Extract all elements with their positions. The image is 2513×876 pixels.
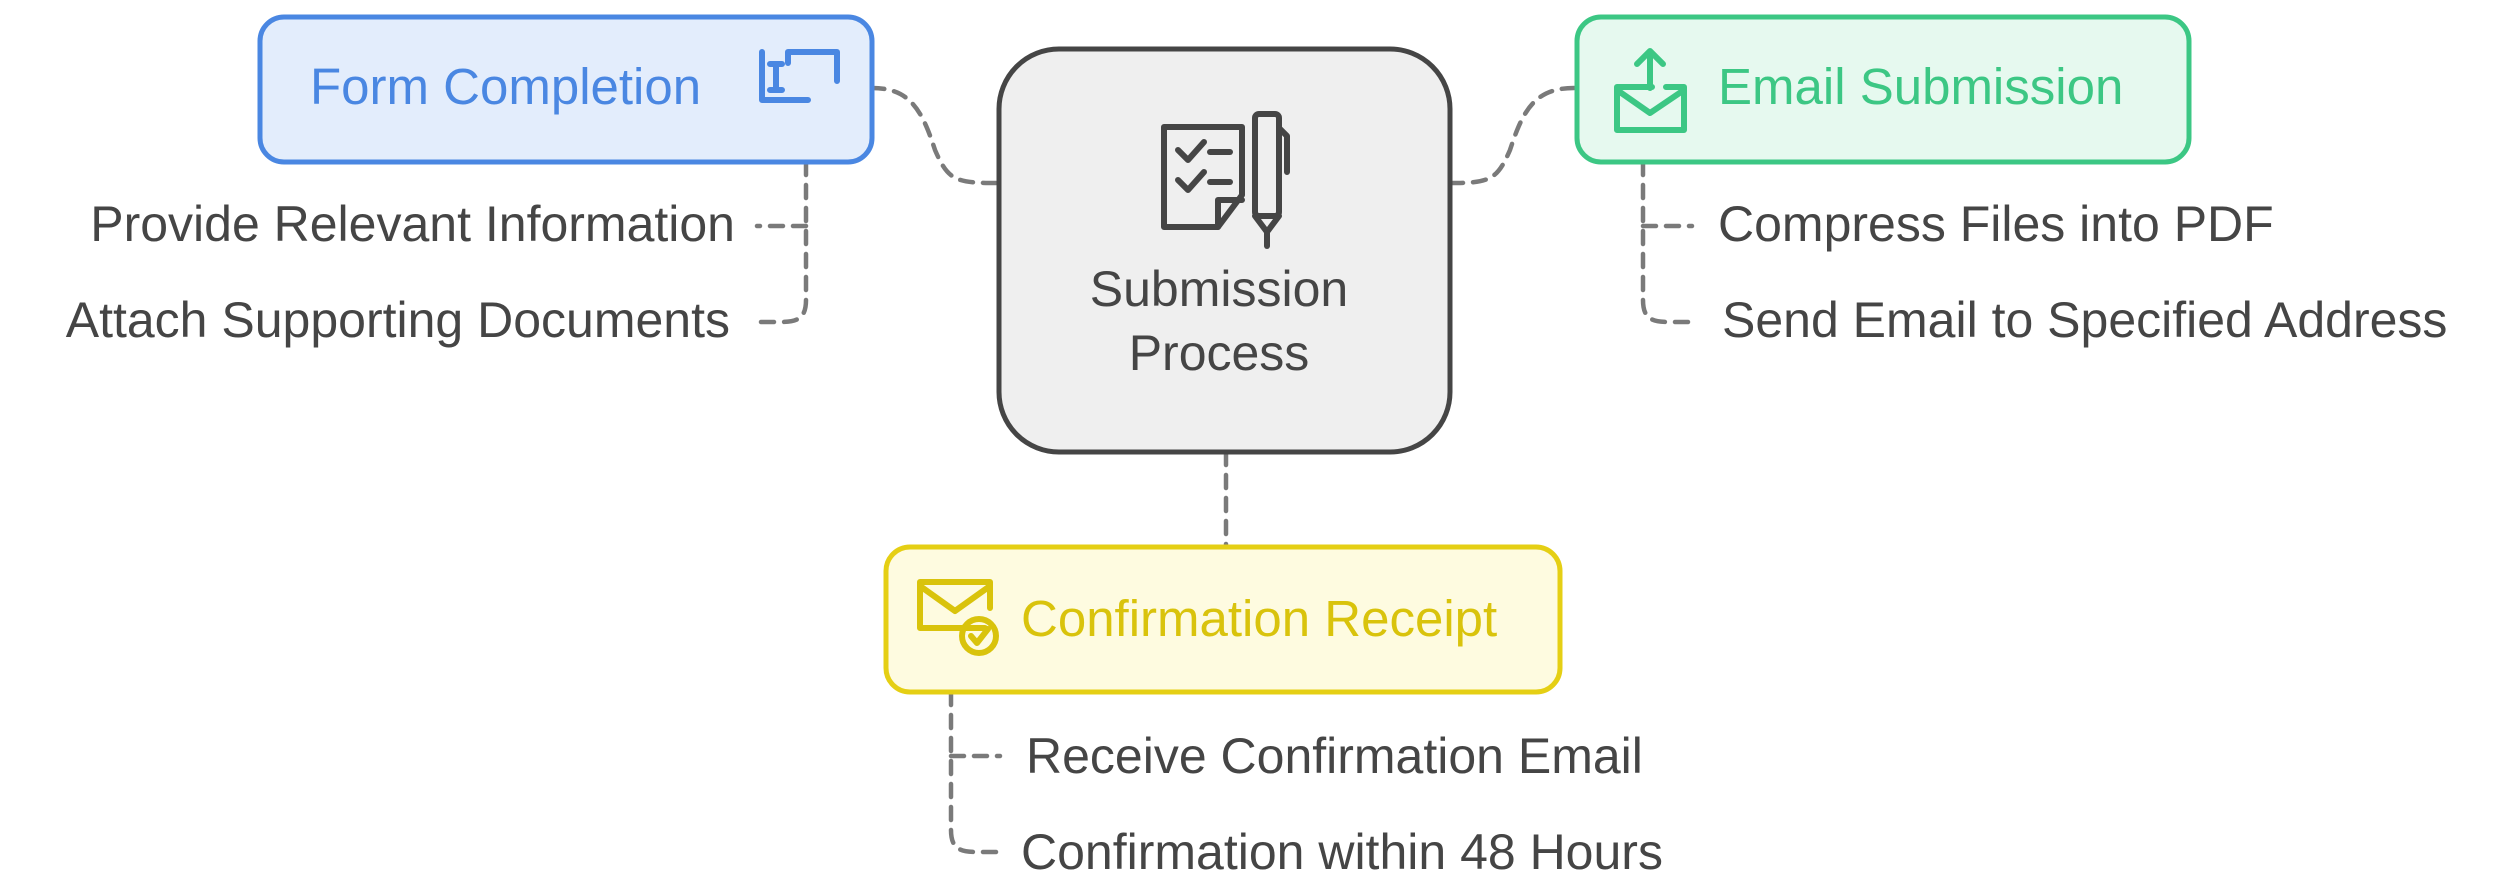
submission-process-diagram: Submission Process Form Completion Provi… [66, 14, 2447, 876]
email-submission-title: Email Submission [1718, 58, 2123, 115]
confirm-item-1: Receive Confirmation Email [1026, 728, 1643, 784]
center-title-line2: Process [1129, 325, 1310, 381]
center-title-line1: Submission [1090, 261, 1348, 317]
connector-center-to-email [1447, 85, 1577, 186]
center-node: Submission Process [996, 46, 1453, 455]
form-completion-node: Form Completion Provide Relevant Informa… [66, 14, 875, 348]
confirmation-receipt-title: Confirmation Receipt [1021, 590, 1497, 647]
form-item-1: Provide Relevant Information [90, 196, 735, 252]
connector-center-to-form [869, 85, 999, 186]
confirmation-receipt-node: Confirmation Receipt Receive Confirmatio… [883, 544, 1663, 876]
form-completion-title: Form Completion [310, 58, 701, 115]
connector-confirm-items [948, 689, 1003, 855]
email-item-2: Send Email to Specified Address [1722, 292, 2447, 348]
confirm-item-2: Confirmation within 48 Hours [1021, 824, 1663, 876]
email-submission-node: Email Submission Compress Files into PDF… [1574, 14, 2447, 348]
connector-form-items [754, 159, 809, 325]
center-box [996, 46, 1453, 455]
form-item-2: Attach Supporting Documents [66, 292, 730, 348]
email-item-1: Compress Files into PDF [1718, 196, 2274, 252]
connector-email-items [1640, 159, 1695, 325]
